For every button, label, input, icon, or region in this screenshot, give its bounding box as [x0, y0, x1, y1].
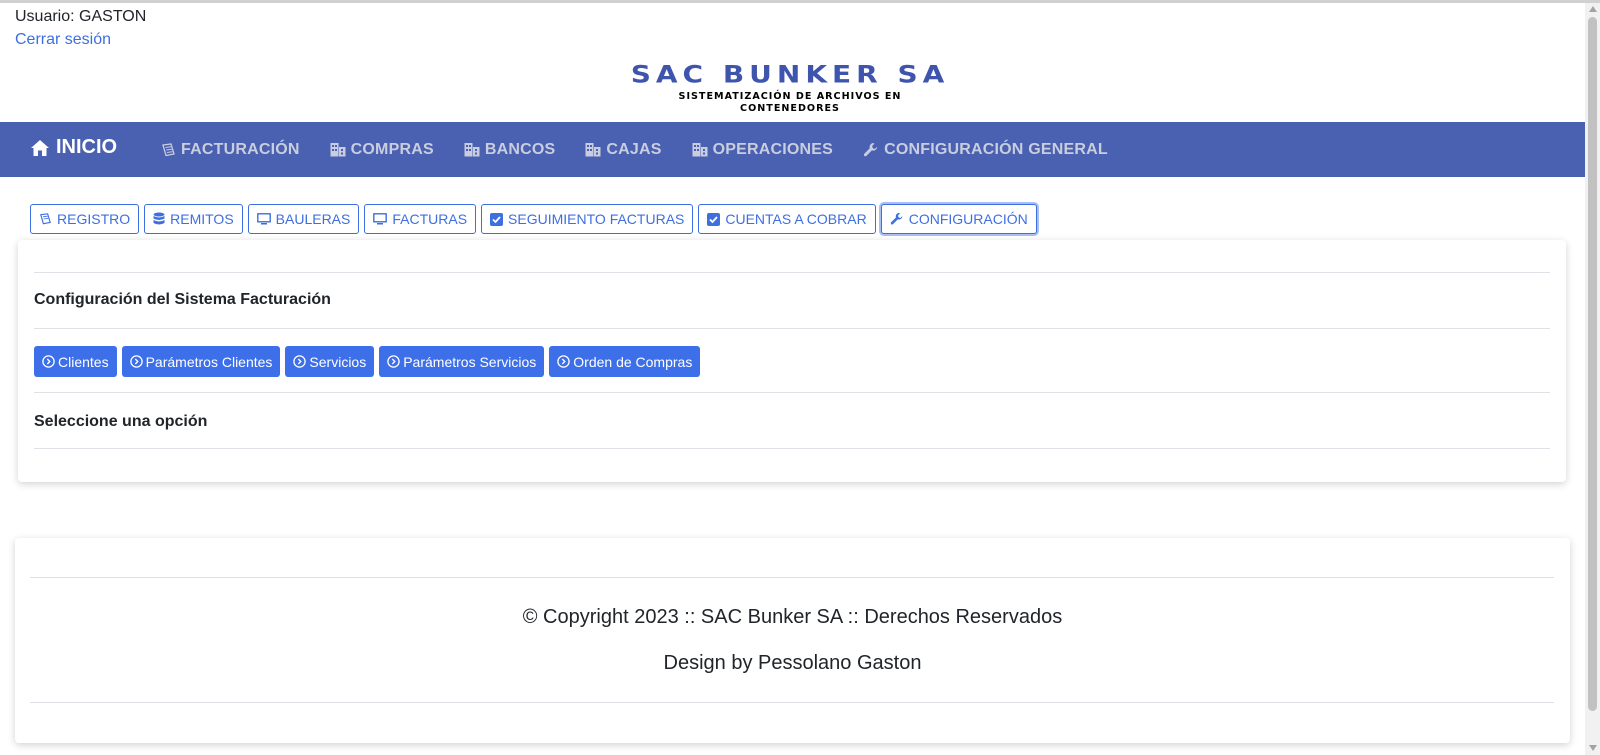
parametros-clientes-button[interactable]: Parámetros Clientes: [121, 346, 281, 377]
wrench-icon: [863, 142, 878, 156]
subtab-label: REMITOS: [170, 211, 234, 227]
subtab-label: FACTURAS: [392, 211, 468, 227]
servicios-button[interactable]: Servicios: [285, 346, 375, 377]
circle-chevron-icon: [293, 355, 307, 368]
monitor-icon: [256, 213, 271, 225]
button-label: Parámetros Servicios: [403, 353, 537, 370]
circle-chevron-icon: [42, 355, 55, 368]
nav-item-label: CAJAS: [606, 140, 662, 158]
divider: [34, 328, 1550, 329]
circle-chevron-icon: [387, 355, 400, 368]
wrench-icon: [890, 212, 903, 225]
vertical-scrollbar[interactable]: [1585, 3, 1600, 755]
subtab-label: CUENTAS A COBRAR: [725, 211, 867, 227]
circle-chevron-icon: [129, 355, 143, 368]
checkbox-icon: [490, 212, 504, 226]
logout-link[interactable]: Cerrar sesión: [15, 28, 146, 51]
button-label: Servicios: [309, 353, 367, 370]
nav-item-label: CONFIGURACIÓN GENERAL: [884, 140, 1108, 158]
footer: © Copyright 2023 :: SAC Bunker SA :: Der…: [15, 538, 1570, 743]
subtab-bauleras[interactable]: BAULERAS: [247, 204, 360, 234]
main-navbar: INICIO FACTURACIÓN COMPRAS BANCOS CAJAS …: [0, 122, 1585, 177]
nav-item-bancos[interactable]: BANCOS: [464, 141, 556, 159]
design-credit: Design by Pessolano Gaston: [663, 652, 922, 674]
divider: [30, 577, 1554, 578]
nav-item-label: OPERACIONES: [712, 140, 834, 158]
circle-chevron-icon: [557, 355, 571, 368]
scrollbar-thumb[interactable]: [1588, 17, 1597, 711]
config-card: Configuración del Sistema Facturación Cl…: [18, 240, 1566, 482]
copyright-text: © Copyright 2023 :: SAC Bunker SA :: Der…: [522, 606, 1063, 628]
nav-item-facturacion[interactable]: FACTURACIÓN: [161, 141, 300, 159]
parametros-servicios-button[interactable]: Parámetros Servicios: [379, 346, 545, 377]
scroll-up-arrow-icon[interactable]: [1589, 6, 1597, 12]
database-icon: [153, 212, 165, 225]
divider: [34, 448, 1550, 449]
subtab-label: CONFIGURACIÓN: [908, 211, 1028, 227]
subtab-label: SEGUIMIENTO FACTURAS: [508, 211, 685, 227]
nav-item-label: FACTURACIÓN: [181, 140, 300, 158]
select-option-message: Seleccione una opción: [34, 413, 208, 430]
subtab-label: BAULERAS: [275, 211, 351, 227]
subtab-label: REGISTRO: [57, 211, 131, 227]
receipt-icon: [162, 142, 175, 156]
user-area: Usuario: GASTON Cerrar sesión: [15, 5, 146, 51]
subtab-seguimiento-facturas[interactable]: SEGUIMIENTO FACTURAS: [481, 204, 694, 234]
scroll-down-arrow-icon[interactable]: [1589, 745, 1597, 751]
company-logo: SAC BUNKER SA SISTEMATIZACIÓN DE ARCHIVO…: [630, 60, 950, 114]
receipt-icon: [40, 213, 51, 225]
user-label: Usuario: GASTON: [15, 8, 147, 25]
nav-item-configuracion-general[interactable]: CONFIGURACIÓN GENERAL: [863, 141, 1108, 159]
logo-sub-text: SISTEMATIZACIÓN DE ARCHIVOS EN CONTENEDO…: [678, 91, 902, 114]
orden-de-compras-button[interactable]: Orden de Compras: [549, 346, 701, 377]
subtab-cuentas-a-cobrar[interactable]: CUENTAS A COBRAR: [698, 204, 876, 234]
building-icon: [585, 143, 601, 157]
divider: [34, 392, 1550, 393]
logo-main-text: SAC BUNKER SA: [630, 60, 950, 89]
nav-item-operaciones[interactable]: OPERACIONES: [692, 141, 833, 159]
nav-home-label: INICIO: [56, 136, 118, 158]
button-label: Clientes: [58, 353, 109, 370]
building-icon: [330, 143, 346, 157]
button-label: Parámetros Clientes: [145, 353, 273, 370]
top-border: [0, 0, 1600, 3]
building-icon: [692, 143, 708, 157]
divider: [30, 702, 1554, 703]
subtab-facturas[interactable]: FACTURAS: [364, 204, 477, 234]
config-button-row: Clientes Parámetros Clientes Servicios P…: [34, 346, 701, 377]
subtab-registro[interactable]: REGISTRO: [30, 204, 140, 234]
subtab-configuracion[interactable]: CONFIGURACIÓN: [880, 204, 1037, 234]
monitor-icon: [373, 213, 388, 225]
home-icon: [31, 139, 49, 156]
building-icon: [464, 143, 480, 157]
checkbox-icon: [707, 212, 721, 226]
nav-item-cajas[interactable]: CAJAS: [585, 141, 661, 159]
subtab-bar: REGISTRO REMITOS BAULERAS FACTURAS SEGUI…: [30, 204, 1037, 234]
button-label: Orden de Compras: [573, 353, 693, 370]
divider: [34, 272, 1550, 273]
config-title: Configuración del Sistema Facturación: [34, 291, 331, 308]
nav-home[interactable]: INICIO: [30, 136, 117, 159]
nav-item-compras[interactable]: COMPRAS: [330, 141, 434, 159]
clientes-button[interactable]: Clientes: [34, 346, 117, 377]
nav-item-label: BANCOS: [484, 140, 556, 158]
nav-item-label: COMPRAS: [350, 140, 434, 158]
subtab-remitos[interactable]: REMITOS: [144, 204, 243, 234]
